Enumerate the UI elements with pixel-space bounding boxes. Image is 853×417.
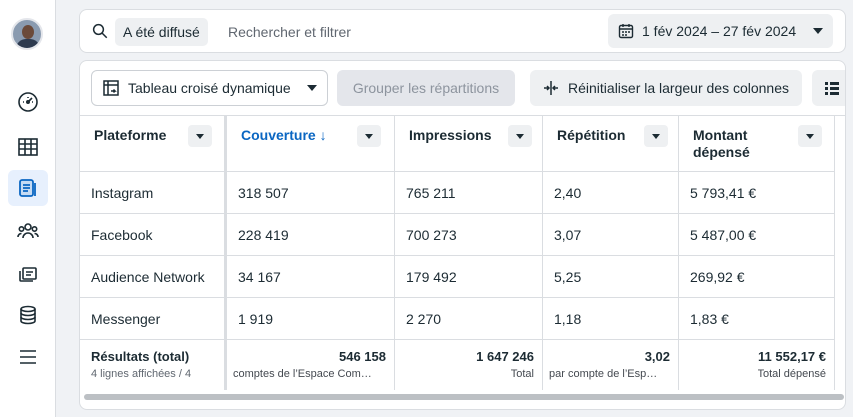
totals-spend-cell: 11 552,17 € Total dépensé — [679, 340, 835, 390]
results-table: Plateforme Couverture ↓ Impressions Répé… — [80, 115, 845, 391]
report-toolbar: Tableau croisé dynamique Grouper les rép… — [80, 61, 845, 115]
totals-coverage-sub: comptes de l’Espace Com… — [233, 368, 372, 380]
date-range-label: 1 fév 2024 – 27 fév 2024 — [642, 23, 797, 39]
avatar[interactable] — [11, 18, 43, 50]
column-header-impressions[interactable]: Impressions — [395, 116, 543, 172]
chevron-down-icon[interactable] — [508, 125, 532, 147]
cell-spend: 269,92 € — [679, 256, 835, 298]
cell-impressions: 179 492 — [395, 256, 543, 298]
cell-spend: 5 793,41 € — [679, 172, 835, 214]
cell-impressions: 2 270 — [395, 298, 543, 340]
column-resize-icon — [544, 81, 558, 95]
chevron-down-icon — [307, 85, 317, 91]
column-header-coverage[interactable]: Couverture ↓ — [227, 116, 395, 172]
totals-spend: 11 552,17 € — [758, 349, 826, 364]
cell-repetition: 3,07 — [543, 214, 679, 256]
campaigns-icon[interactable] — [8, 170, 48, 206]
column-header-platform[interactable]: Plateforme — [80, 116, 225, 172]
cell-platform: Instagram — [80, 172, 225, 214]
table-icon[interactable] — [8, 129, 48, 165]
filter-chip-delivered[interactable]: A été diffusé — [115, 18, 208, 46]
left-nav-rail — [0, 0, 56, 417]
dashboard-gauge-icon[interactable] — [8, 84, 48, 120]
totals-coverage: 546 158 — [339, 349, 386, 364]
search-filter-bar: A été diffusé 1 fév 2024 – 27 fév 2024 — [79, 9, 846, 53]
columns-icon — [825, 82, 839, 95]
cell-repetition: 5,25 — [543, 256, 679, 298]
pivot-table-icon — [103, 80, 119, 96]
cell-platform: Facebook — [80, 214, 225, 256]
cell-platform: Messenger — [80, 298, 225, 340]
chevron-down-icon[interactable] — [644, 125, 668, 147]
pivot-table-label: Tableau croisé dynamique — [128, 80, 291, 96]
totals-repetition-sub: par compte de l’Esp… — [549, 368, 658, 380]
cell-coverage: 1 919 — [227, 298, 395, 340]
search-icon[interactable] — [91, 22, 109, 40]
chevron-down-icon[interactable] — [188, 125, 212, 147]
cell-repetition: 2,40 — [543, 172, 679, 214]
search-input[interactable] — [228, 20, 528, 44]
report-panel: Tableau croisé dynamique Grouper les rép… — [79, 60, 846, 410]
column-header-repetition[interactable]: Répétition — [543, 116, 679, 172]
pivot-table-dropdown[interactable]: Tableau croisé dynamique — [91, 70, 328, 106]
totals-spend-sub: Total dépensé — [757, 368, 827, 380]
totals-repetition: 3,02 — [644, 349, 670, 364]
totals-label-cell: Résultats (total) 4 lignes affichées / 4 — [80, 340, 225, 390]
totals-impressions-cell: 1 647 246 Total — [395, 340, 543, 390]
menu-hamburger-icon[interactable] — [8, 339, 48, 375]
reset-column-width-button[interactable]: Réinitialiser la largeur des colonnes — [530, 70, 802, 106]
cell-coverage: 228 419 — [227, 214, 395, 256]
chevron-down-icon[interactable] — [357, 125, 381, 147]
group-breakdowns-button[interactable]: Grouper les répartitions — [337, 70, 515, 106]
cell-coverage: 34 167 — [227, 256, 395, 298]
totals-impressions-sub: Total — [510, 368, 534, 380]
cell-coverage: 318 507 — [227, 172, 395, 214]
cell-impressions: 765 211 — [395, 172, 543, 214]
billing-coins-icon[interactable] — [8, 297, 48, 333]
cell-spend: 5 487,00 € — [679, 214, 835, 256]
totals-coverage-cell: 546 158 comptes de l’Espace Com… — [227, 340, 395, 390]
horizontal-scrollbar[interactable] — [84, 394, 844, 400]
chevron-down-icon — [813, 28, 823, 34]
chevron-down-icon[interactable] — [798, 125, 822, 147]
audience-people-icon[interactable] — [8, 213, 48, 249]
cell-impressions: 700 273 — [395, 214, 543, 256]
reset-column-width-label: Réinitialiser la largeur des colonnes — [568, 80, 790, 96]
totals-repetition-cell: 3,02 par compte de l’Esp… — [543, 340, 679, 390]
cell-repetition: 1,18 — [543, 298, 679, 340]
cell-spend: 1,83 € — [679, 298, 835, 340]
totals-rows-shown: 4 lignes affichées / 4 — [91, 368, 192, 380]
date-range-button[interactable]: 1 fév 2024 – 27 fév 2024 — [608, 14, 833, 48]
ads-layers-icon[interactable] — [8, 255, 48, 291]
cell-platform: Audience Network — [80, 256, 225, 298]
calendar-icon — [618, 24, 634, 39]
totals-impressions: 1 647 246 — [476, 349, 534, 364]
columns-layout-button[interactable] — [812, 70, 845, 106]
column-header-spend[interactable]: Montant dépensé — [679, 116, 835, 172]
totals-label: Résultats (total) — [91, 349, 190, 364]
